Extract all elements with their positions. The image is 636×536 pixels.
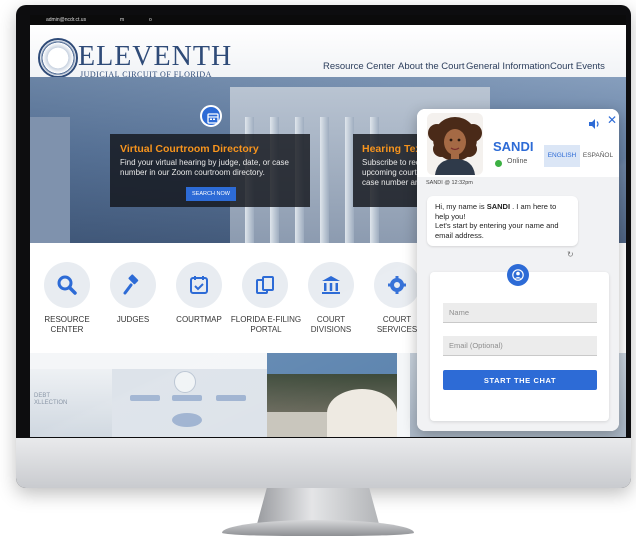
virtual-courtroom-title[interactable]: Virtual Courtroom Directory [120,143,259,155]
search-icon [57,275,77,295]
hearing-text-card: Hearing Text Subscribe to rec upcoming c… [353,134,419,207]
os-bar-text: m [120,17,125,23]
calendar-icon [200,105,222,127]
courtmap-button[interactable] [176,262,222,308]
calendar-check-icon [190,276,208,294]
florida-e-filing-button[interactable] [242,262,288,308]
chat-widget: SANDI Online ENGLISH ESPAÑOL ✕ SANDI @ 1… [417,109,619,431]
sandi-avatar [427,113,483,175]
flowchart-box [172,413,202,427]
greeting-text: Hi, my name is [435,202,487,211]
gavel-icon [123,274,139,295]
judges-button[interactable] [110,262,156,308]
building-column [320,117,329,243]
court-seal-logo[interactable] [38,38,78,78]
os-menu-bar: admin@ncdr.ct.us m o [30,15,626,25]
judges-label[interactable]: JUDGES [98,315,168,325]
start-chat-button[interactable]: START THE CHAT [443,370,597,390]
flowchart-box [172,395,202,401]
resource-center-label[interactable]: RESOURCE CENTER [32,315,102,335]
online-status-text: Online [507,158,528,165]
os-bar-text: admin@ncdr.ct.us [46,17,87,23]
greeting-agent-name: SANDI [486,202,511,211]
monitor-stand [257,488,379,524]
flowchart-box [216,395,246,401]
nav-general-information[interactable]: General Information [466,61,550,72]
hearing-text-title[interactable]: Hearing Text [362,143,419,155]
name-input[interactable] [443,303,597,323]
flowchart-tile[interactable] [112,369,267,437]
hearing-text-line: Subscribe to rec [362,158,419,167]
chat-body: SANDI @ 12:32pm Hi, my name is SANDI . I… [417,177,619,431]
chat-start-form: START THE CHAT [430,264,609,421]
nav-court-events[interactable]: Court Events [550,61,605,72]
user-icon [507,264,529,286]
court-divisions-button[interactable] [308,262,354,308]
hearing-text-line: case number an [362,178,419,187]
monitor-chin [16,438,631,488]
hearing-text-description: Subscribe to rec upcoming court case num… [362,158,419,188]
courtmap-label[interactable]: COURTMAP [164,315,234,325]
virtual-courtroom-description: Find your virtual hearing by judge, date… [120,158,289,177]
gear-icon [388,276,406,294]
search-now-button[interactable]: SEARCH NOW [186,187,236,201]
nav-resource-center[interactable]: Resource Center [323,61,395,72]
online-status-dot [495,160,502,167]
site-logo-title[interactable]: ELEVENTH [78,43,232,71]
speaker-icon[interactable] [589,116,600,134]
groundbreaking-photo-tile[interactable] [267,353,397,437]
agent-name: SANDI [493,139,534,154]
language-spanish-button[interactable]: ESPAÑOL [581,145,615,167]
seal-graphic [174,371,196,393]
background-building [30,117,70,243]
courthouse-icon [322,276,340,294]
debt-text-line: XLLECTION [34,400,68,406]
close-icon[interactable]: ✕ [607,114,617,126]
flowchart-box [130,395,160,401]
message-timestamp: SANDI @ 12:32pm [426,180,473,186]
documents-icon [256,276,274,294]
court-services-button[interactable] [374,262,420,308]
chat-header: SANDI Online ENGLISH ESPAÑOL ✕ [417,109,619,177]
sand-pile [327,389,397,437]
email-input[interactable] [443,336,597,356]
court-divisions-label[interactable]: COURT DIVISIONS [296,315,366,335]
site-header: ELEVENTH JUDICIAL CIRCUIT OF FLORIDA Res… [30,25,626,79]
virtual-courtroom-card: Virtual Courtroom Directory Find your vi… [110,134,310,207]
nav-about-the-court[interactable]: About the Court [398,61,465,72]
debt-text-line: DEBT [34,393,51,399]
resource-center-button[interactable] [44,262,90,308]
screen: admin@ncdr.ct.us m o ELEVENTH JUDICIAL C… [30,15,626,437]
monitor-stand-base [222,520,414,536]
greeting-text: Let's start by entering your name and em… [435,221,559,240]
hearing-text-line: upcoming court [362,168,417,177]
os-bar-text: o [149,17,152,23]
refresh-icon: ↻ [567,250,574,259]
florida-e-filing-label[interactable]: FLORIDA E-FILING PORTAL [230,315,302,335]
debt-collection-tile[interactable]: DEBT XLLECTION [30,369,112,437]
greeting-message: Hi, my name is SANDI . I am here to help… [427,196,578,246]
debt-collection-text: DEBT XLLECTION [34,393,67,407]
language-english-button[interactable]: ENGLISH [544,145,580,167]
